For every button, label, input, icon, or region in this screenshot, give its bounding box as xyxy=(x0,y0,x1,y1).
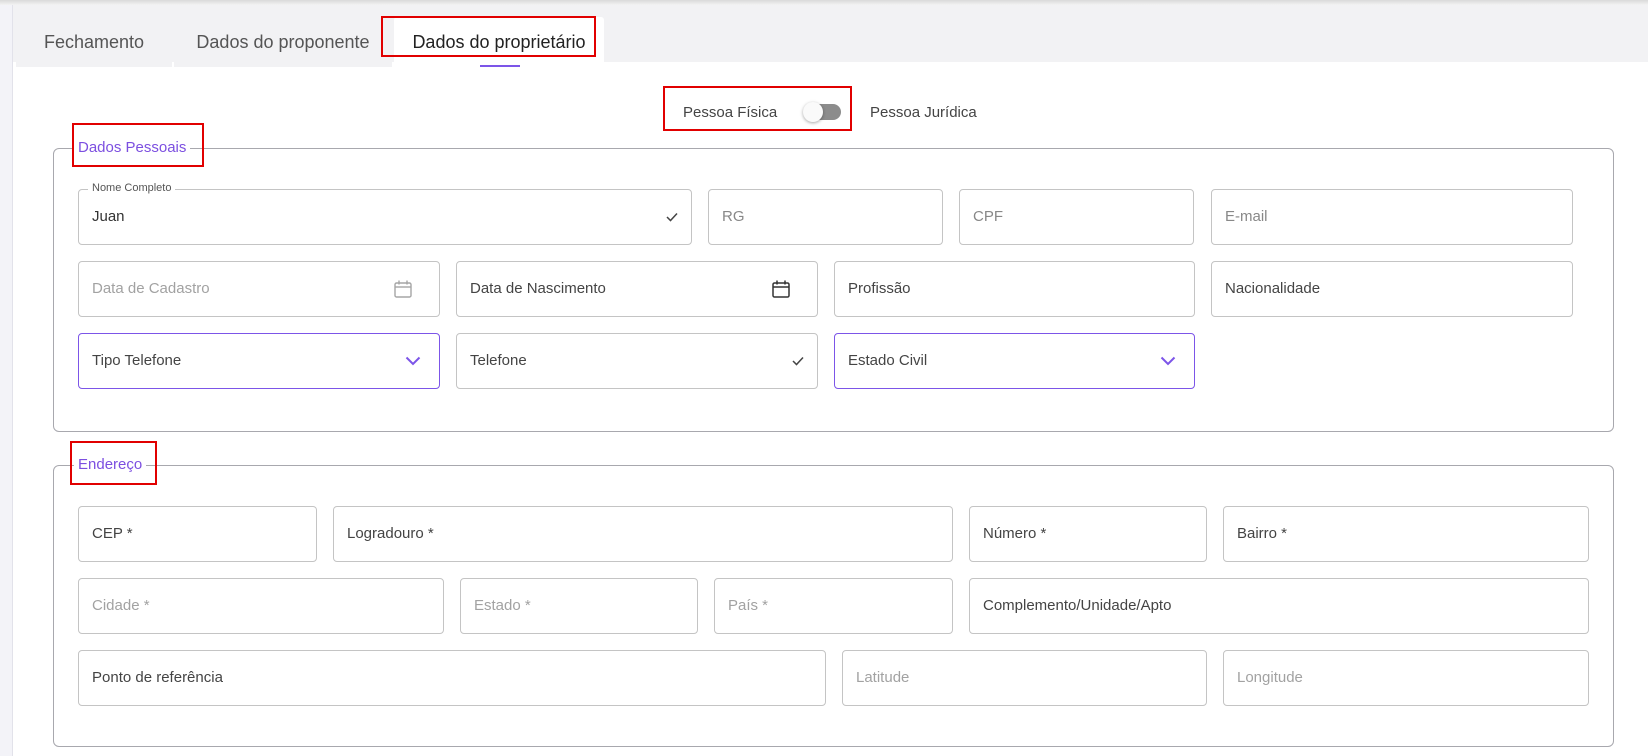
chevron-down-icon xyxy=(402,350,424,372)
email-placeholder: E-mail xyxy=(1225,208,1268,225)
tab-dados-proprietario[interactable]: Dados do proprietário xyxy=(394,17,604,67)
pais-placeholder: País * xyxy=(728,597,769,614)
calendar-icon[interactable] xyxy=(392,278,414,300)
toggle-label-pessoa-juridica: Pessoa Jurídica xyxy=(870,104,977,121)
person-type-toggle[interactable] xyxy=(803,102,841,122)
email-field[interactable]: E-mail xyxy=(1211,189,1573,245)
bairro-field[interactable]: Bairro * xyxy=(1223,506,1589,562)
logradouro-field[interactable]: Logradouro * xyxy=(333,506,953,562)
estado-field[interactable]: Estado * xyxy=(460,578,698,634)
estado-civil-placeholder: Estado Civil xyxy=(848,352,928,369)
nacionalidade-field[interactable]: Nacionalidade xyxy=(1211,261,1573,317)
left-edge xyxy=(0,5,13,756)
longitude-field[interactable]: Longitude xyxy=(1223,650,1589,706)
data-nascimento-field[interactable]: Data de Nascimento xyxy=(456,261,818,317)
ponto-referencia-field[interactable]: Ponto de referência xyxy=(78,650,826,706)
estado-placeholder: Estado * xyxy=(474,597,531,614)
cpf-placeholder: CPF xyxy=(973,208,1003,225)
ponto-referencia-placeholder: Ponto de referência xyxy=(92,669,223,686)
complemento-placeholder: Complemento/Unidade/Apto xyxy=(983,597,1172,614)
data-nascimento-placeholder: Data de Nascimento xyxy=(470,280,606,297)
logradouro-placeholder: Logradouro * xyxy=(347,525,434,542)
rg-field[interactable]: RG xyxy=(708,189,943,245)
data-cadastro-placeholder: Data de Cadastro xyxy=(92,280,210,297)
address-legend: Endereço xyxy=(74,456,147,473)
latitude-placeholder: Latitude xyxy=(856,669,910,686)
cep-field[interactable]: CEP * xyxy=(78,506,317,562)
longitude-placeholder: Longitude xyxy=(1237,669,1303,686)
cep-placeholder: CEP * xyxy=(92,525,133,542)
tab-fechamento[interactable]: Fechamento xyxy=(16,17,172,67)
profissao-field[interactable]: Profissão xyxy=(834,261,1195,317)
tab-dados-proponente[interactable]: Dados do proponente xyxy=(174,17,392,67)
cpf-field[interactable]: CPF xyxy=(959,189,1194,245)
numero-field[interactable]: Número * xyxy=(969,506,1207,562)
check-icon xyxy=(787,350,809,372)
toggle-knob xyxy=(803,102,823,122)
cidade-field[interactable]: Cidade * xyxy=(78,578,444,634)
bairro-placeholder: Bairro * xyxy=(1237,525,1288,542)
complemento-field[interactable]: Complemento/Unidade/Apto xyxy=(969,578,1589,634)
personal-data-legend: Dados Pessoais xyxy=(74,139,191,156)
nome-completo-field[interactable]: Nome Completo Juan xyxy=(78,182,692,245)
nome-completo-value: Juan xyxy=(92,208,125,225)
nacionalidade-placeholder: Nacionalidade xyxy=(1225,280,1321,297)
rg-placeholder: RG xyxy=(722,208,745,225)
nome-completo-label: Nome Completo xyxy=(88,182,176,194)
check-icon xyxy=(661,206,683,228)
calendar-icon[interactable] xyxy=(770,278,792,300)
toggle-label-pessoa-fisica: Pessoa Física xyxy=(683,104,778,121)
tipo-telefone-placeholder: Tipo Telefone xyxy=(92,352,182,369)
estado-civil-select[interactable]: Estado Civil xyxy=(834,333,1195,389)
data-cadastro-field[interactable]: Data de Cadastro xyxy=(78,261,440,317)
tab-bar: Fechamento Dados do proponente Dados do … xyxy=(13,5,1648,67)
pais-field[interactable]: País * xyxy=(714,578,953,634)
profissao-placeholder: Profissão xyxy=(848,280,911,297)
telefone-field[interactable]: Telefone xyxy=(456,333,818,389)
telefone-placeholder: Telefone xyxy=(470,352,527,369)
numero-placeholder: Número * xyxy=(983,525,1047,542)
latitude-field[interactable]: Latitude xyxy=(842,650,1207,706)
cidade-placeholder: Cidade * xyxy=(92,597,150,614)
active-tab-indicator xyxy=(480,65,520,67)
tipo-telefone-select[interactable]: Tipo Telefone xyxy=(78,333,440,389)
chevron-down-icon xyxy=(1157,350,1179,372)
